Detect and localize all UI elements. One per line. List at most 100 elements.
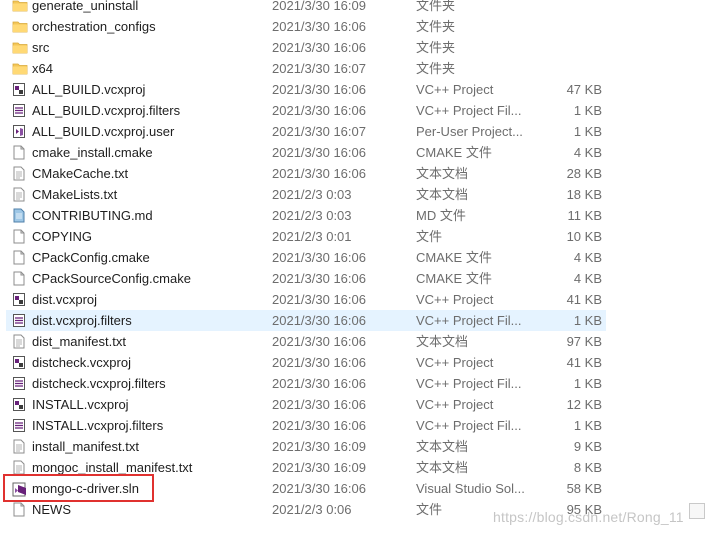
file-size: 1 KB <box>573 124 602 139</box>
file-name: dist_manifest.txt <box>32 334 126 349</box>
file-name: cmake_install.cmake <box>32 145 153 160</box>
file-date: 2021/2/3 0:03 <box>272 208 352 223</box>
file-date: 2021/3/30 16:06 <box>272 355 366 370</box>
file-row[interactable]: generate_uninstall 2021/3/30 16:09 文件夹 <box>0 0 708 16</box>
file-row[interactable]: CONTRIBUTING.md 2021/2/3 0:03 MD 文件 11 KB <box>0 205 708 226</box>
file-type: 文件夹 <box>416 19 456 34</box>
file-type: Per-User Project... <box>416 124 523 139</box>
document-icon <box>12 145 26 160</box>
file-row[interactable]: cmake_install.cmake 2021/3/30 16:06 CMAKE … <box>0 142 708 163</box>
file-row[interactable]: CMakeCache.txt 2021/3/30 16:06 文本文档 28 KB <box>0 163 708 184</box>
file-date: 2021/3/30 16:06 <box>272 271 366 286</box>
file-type: VC++ Project Fil... <box>416 376 522 391</box>
file-type: VC++ Project <box>416 355 494 370</box>
file-row[interactable]: dist.vcxproj.filters 2021/3/30 16:06 VC++ … <box>0 310 708 331</box>
file-name: NEWS <box>32 502 71 517</box>
file-row[interactable]: CMakeLists.txt 2021/2/3 0:03 文本文档 18 KB <box>0 184 708 205</box>
file-type: 文本文档 <box>416 439 469 454</box>
file-row[interactable]: dist_manifest.txt 2021/3/30 16:06 文本文档 97 K… <box>0 331 708 352</box>
vcxproj-icon <box>12 292 26 307</box>
file-type: CMAKE 文件 <box>416 145 492 160</box>
file-row[interactable]: ALL_BUILD.vcxproj 2021/3/30 16:06 VC++ Pro… <box>0 79 708 100</box>
file-size: 9 KB <box>573 439 602 454</box>
text-file-icon <box>12 187 26 202</box>
file-row[interactable]: install_manifest.txt 2021/3/30 16:09 文本文档 9… <box>0 436 708 457</box>
file-name: generate_uninstall <box>32 0 139 13</box>
file-type: VC++ Project <box>416 82 494 97</box>
scroll-corner[interactable] <box>689 503 705 519</box>
filters-icon <box>12 103 26 118</box>
file-name: ALL_BUILD.vcxproj.filters <box>32 103 181 118</box>
file-date: 2021/3/30 16:06 <box>272 292 366 307</box>
document-icon <box>12 250 26 265</box>
file-size: 12 KB <box>566 397 602 412</box>
file-date: 2021/3/30 16:09 <box>272 460 366 475</box>
file-type: CMAKE 文件 <box>416 271 492 286</box>
file-name: install_manifest.txt <box>32 439 139 454</box>
file-row[interactable]: CPackConfig.cmake 2021/3/30 16:06 CMAKE 文件… <box>0 247 708 268</box>
vcxproj-icon <box>12 355 26 370</box>
file-date: 2021/3/30 16:07 <box>272 124 366 139</box>
file-size: 1 KB <box>573 376 602 391</box>
file-row[interactable]: distcheck.vcxproj 2021/3/30 16:06 VC++ Pro… <box>0 352 708 373</box>
file-size: 10 KB <box>566 229 602 244</box>
document-icon <box>12 502 26 517</box>
vcxproj-icon <box>12 397 26 412</box>
file-type: 文件 <box>416 229 443 244</box>
file-date: 2021/3/30 16:06 <box>272 166 366 181</box>
text-file-icon <box>12 166 26 181</box>
text-file-icon <box>12 460 26 475</box>
file-size: 1 KB <box>573 313 602 328</box>
file-row[interactable]: src 2021/3/30 16:06 文件夹 <box>0 37 708 58</box>
text-file-icon <box>12 439 26 454</box>
file-row[interactable]: COPYING 2021/2/3 0:01 文件 10 KB <box>0 226 708 247</box>
file-row[interactable]: dist.vcxproj 2021/3/30 16:06 VC++ Project 4… <box>0 289 708 310</box>
file-row[interactable]: CPackSourceConfig.cmake 2021/3/30 16:06 CM… <box>0 268 708 289</box>
document-icon <box>12 229 26 244</box>
file-row[interactable]: ALL_BUILD.vcxproj.user 2021/3/30 16:07 Per… <box>0 121 708 142</box>
file-date: 2021/3/30 16:06 <box>272 103 366 118</box>
file-size: 4 KB <box>573 145 602 160</box>
file-name: x64 <box>32 61 53 76</box>
file-type: 文件 <box>416 502 443 517</box>
file-list: generate_uninstall 2021/3/30 16:09 文件夹 orch… <box>0 0 708 520</box>
file-type: 文件夹 <box>416 40 456 55</box>
file-row[interactable]: orchestration_configs 2021/3/30 16:06 文件夹 <box>0 16 708 37</box>
file-date: 2021/3/30 16:06 <box>272 397 366 412</box>
file-row[interactable]: ALL_BUILD.vcxproj.filters 2021/3/30 16:06… <box>0 100 708 121</box>
file-date: 2021/3/30 16:06 <box>272 19 366 34</box>
text-file-icon <box>12 334 26 349</box>
file-date: 2021/2/3 0:03 <box>272 187 352 202</box>
file-row[interactable]: INSTALL.vcxproj.filters 2021/3/30 16:06 VC… <box>0 415 708 436</box>
file-type: 文本文档 <box>416 166 469 181</box>
file-date: 2021/3/30 16:06 <box>272 82 366 97</box>
filters-icon <box>12 313 26 328</box>
file-row[interactable]: INSTALL.vcxproj 2021/3/30 16:06 VC++ Proje… <box>0 394 708 415</box>
file-name: src <box>32 40 50 55</box>
file-name: CMakeLists.txt <box>32 187 118 202</box>
file-name: CPackConfig.cmake <box>32 250 150 265</box>
file-row[interactable]: x64 2021/3/30 16:07 文件夹 <box>0 58 708 79</box>
file-name: CPackSourceConfig.cmake <box>32 271 191 286</box>
watermark: https://blog.csdn.net/Rong_11 <box>493 509 684 525</box>
file-date: 2021/3/30 16:09 <box>272 439 366 454</box>
file-size: 4 KB <box>573 250 602 265</box>
filters-icon <box>12 418 26 433</box>
file-date: 2021/3/30 16:06 <box>272 145 366 160</box>
file-type: 文件夹 <box>416 0 456 13</box>
file-type: VC++ Project Fil... <box>416 418 522 433</box>
file-name: INSTALL.vcxproj <box>32 397 129 412</box>
file-name: CMakeCache.txt <box>32 166 129 181</box>
file-type: 文本文档 <box>416 460 469 475</box>
file-type: MD 文件 <box>416 208 466 223</box>
file-size: 11 KB <box>567 208 602 223</box>
file-date: 2021/3/30 16:06 <box>272 481 366 496</box>
file-name: orchestration_configs <box>32 19 156 34</box>
file-type: VC++ Project Fil... <box>416 313 522 328</box>
file-date: 2021/3/30 16:06 <box>272 334 366 349</box>
file-name: dist.vcxproj <box>32 292 98 307</box>
file-date: 2021/3/30 16:06 <box>272 40 366 55</box>
file-row[interactable]: distcheck.vcxproj.filters 2021/3/30 16:06… <box>0 373 708 394</box>
file-name: distcheck.vcxproj.filters <box>32 376 166 391</box>
highlight-box <box>3 474 154 502</box>
